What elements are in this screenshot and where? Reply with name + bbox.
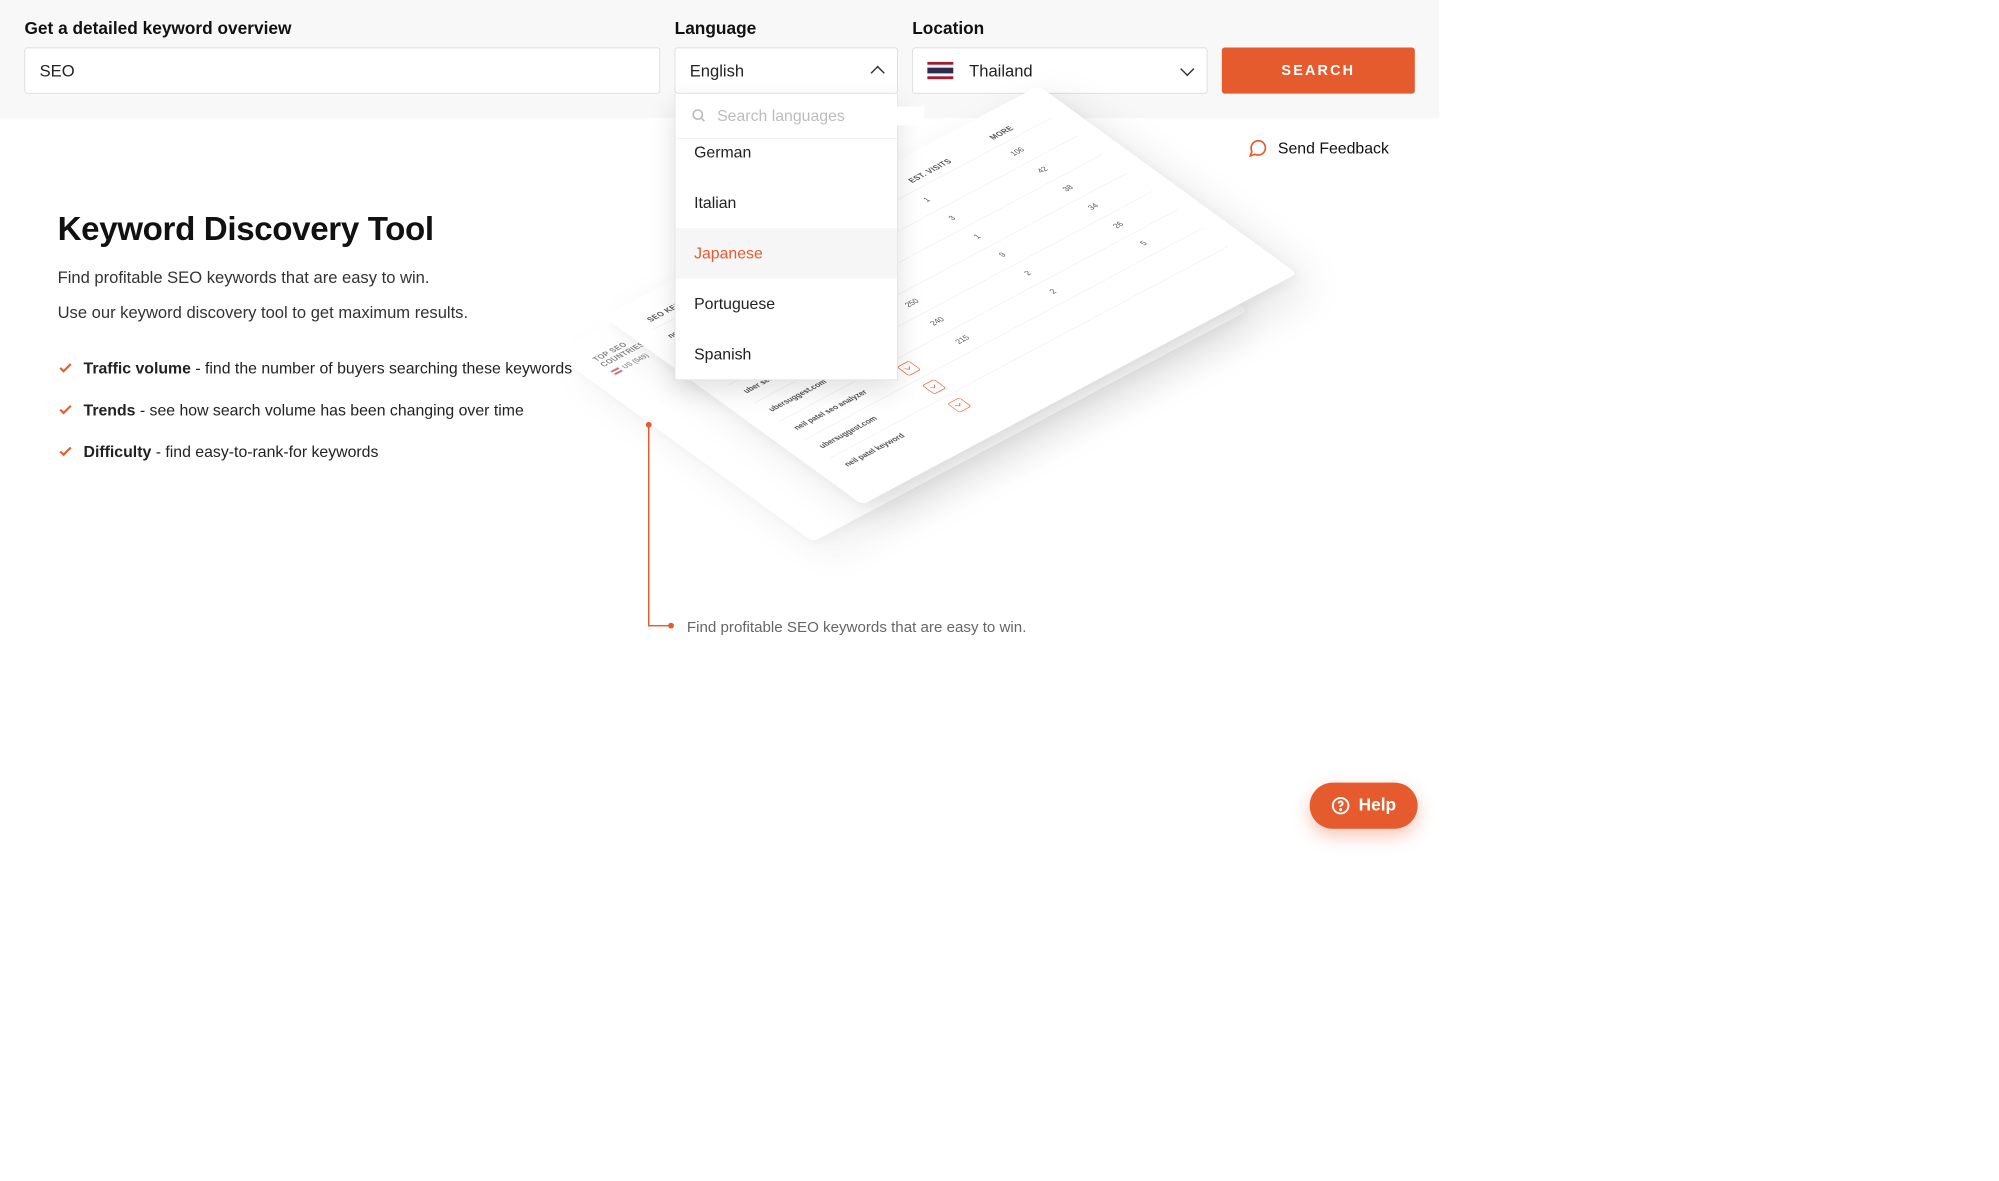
search-button[interactable]: SEARCH (1222, 48, 1415, 94)
location-field-group: Location Thailand (912, 19, 1207, 94)
location-label: Location (912, 19, 1207, 39)
language-option[interactable]: Italian (675, 178, 897, 228)
language-search-row (675, 94, 897, 139)
feature-bold: Trends (84, 401, 136, 419)
callout-caption: Find profitable SEO keywords that are ea… (687, 619, 1027, 636)
keyword-search-bar: Get a detailed keyword overview Language… (0, 0, 1439, 118)
hero-paragraph: Use our keyword discovery tool to get ma… (58, 303, 620, 322)
language-option[interactable]: Japanese (675, 228, 897, 278)
help-icon (1331, 796, 1350, 815)
language-dropdown[interactable]: English (675, 48, 898, 94)
check-icon (58, 402, 74, 418)
language-options: German Italian Japanese Portuguese Spani… (675, 139, 897, 379)
feature-item: Trends - see how search volume has been … (58, 399, 620, 422)
feature-text: - find easy-to-rank-for keywords (151, 443, 378, 461)
language-label: Language (675, 19, 898, 39)
help-button[interactable]: Help (1310, 783, 1418, 829)
chevron-up-icon (871, 66, 885, 80)
feature-text: - find the number of buyers searching th… (191, 359, 572, 377)
language-option[interactable]: Portuguese (675, 279, 897, 329)
trend-icon (897, 361, 921, 376)
feature-text: - see how search volume has been changin… (135, 401, 523, 419)
hero-copy: Keyword Discovery Tool Find profitable S… (58, 209, 620, 612)
keyword-label: Get a detailed keyword overview (24, 19, 660, 39)
location-dropdown[interactable]: Thailand (912, 48, 1207, 94)
language-dropdown-panel: German Italian Japanese Portuguese Spani… (675, 94, 898, 381)
hero-paragraph: Find profitable SEO keywords that are ea… (58, 268, 620, 287)
callout-line (648, 425, 649, 627)
feature-item: Traffic volume - find the number of buye… (58, 357, 620, 380)
feature-list: Traffic volume - find the number of buye… (58, 357, 620, 463)
language-option[interactable]: German (675, 139, 897, 178)
search-icon (691, 108, 707, 124)
keyword-field-group: Get a detailed keyword overview (24, 19, 660, 94)
flag-thailand-icon (927, 62, 953, 79)
language-selected: English (690, 61, 744, 80)
location-selected: Thailand (969, 61, 1033, 80)
check-icon (58, 360, 74, 376)
language-search-input[interactable] (717, 107, 924, 126)
check-icon (58, 443, 74, 459)
trend-icon (922, 379, 946, 394)
trend-icon (947, 397, 971, 412)
chevron-down-icon (1180, 62, 1194, 76)
keyword-input[interactable] (24, 48, 660, 94)
feature-item: Difficulty - find easy-to-rank-for keywo… (58, 440, 620, 463)
language-option[interactable]: Spanish (675, 329, 897, 379)
feedback-label: Send Feedback (1278, 139, 1389, 158)
help-label: Help (1359, 796, 1396, 816)
hero-title: Keyword Discovery Tool (58, 209, 620, 248)
feature-bold: Difficulty (84, 443, 152, 461)
feature-bold: Traffic volume (84, 359, 191, 377)
speech-bubble-icon (1248, 138, 1268, 158)
language-field-group: Language English German Italian Japanese… (675, 19, 898, 94)
